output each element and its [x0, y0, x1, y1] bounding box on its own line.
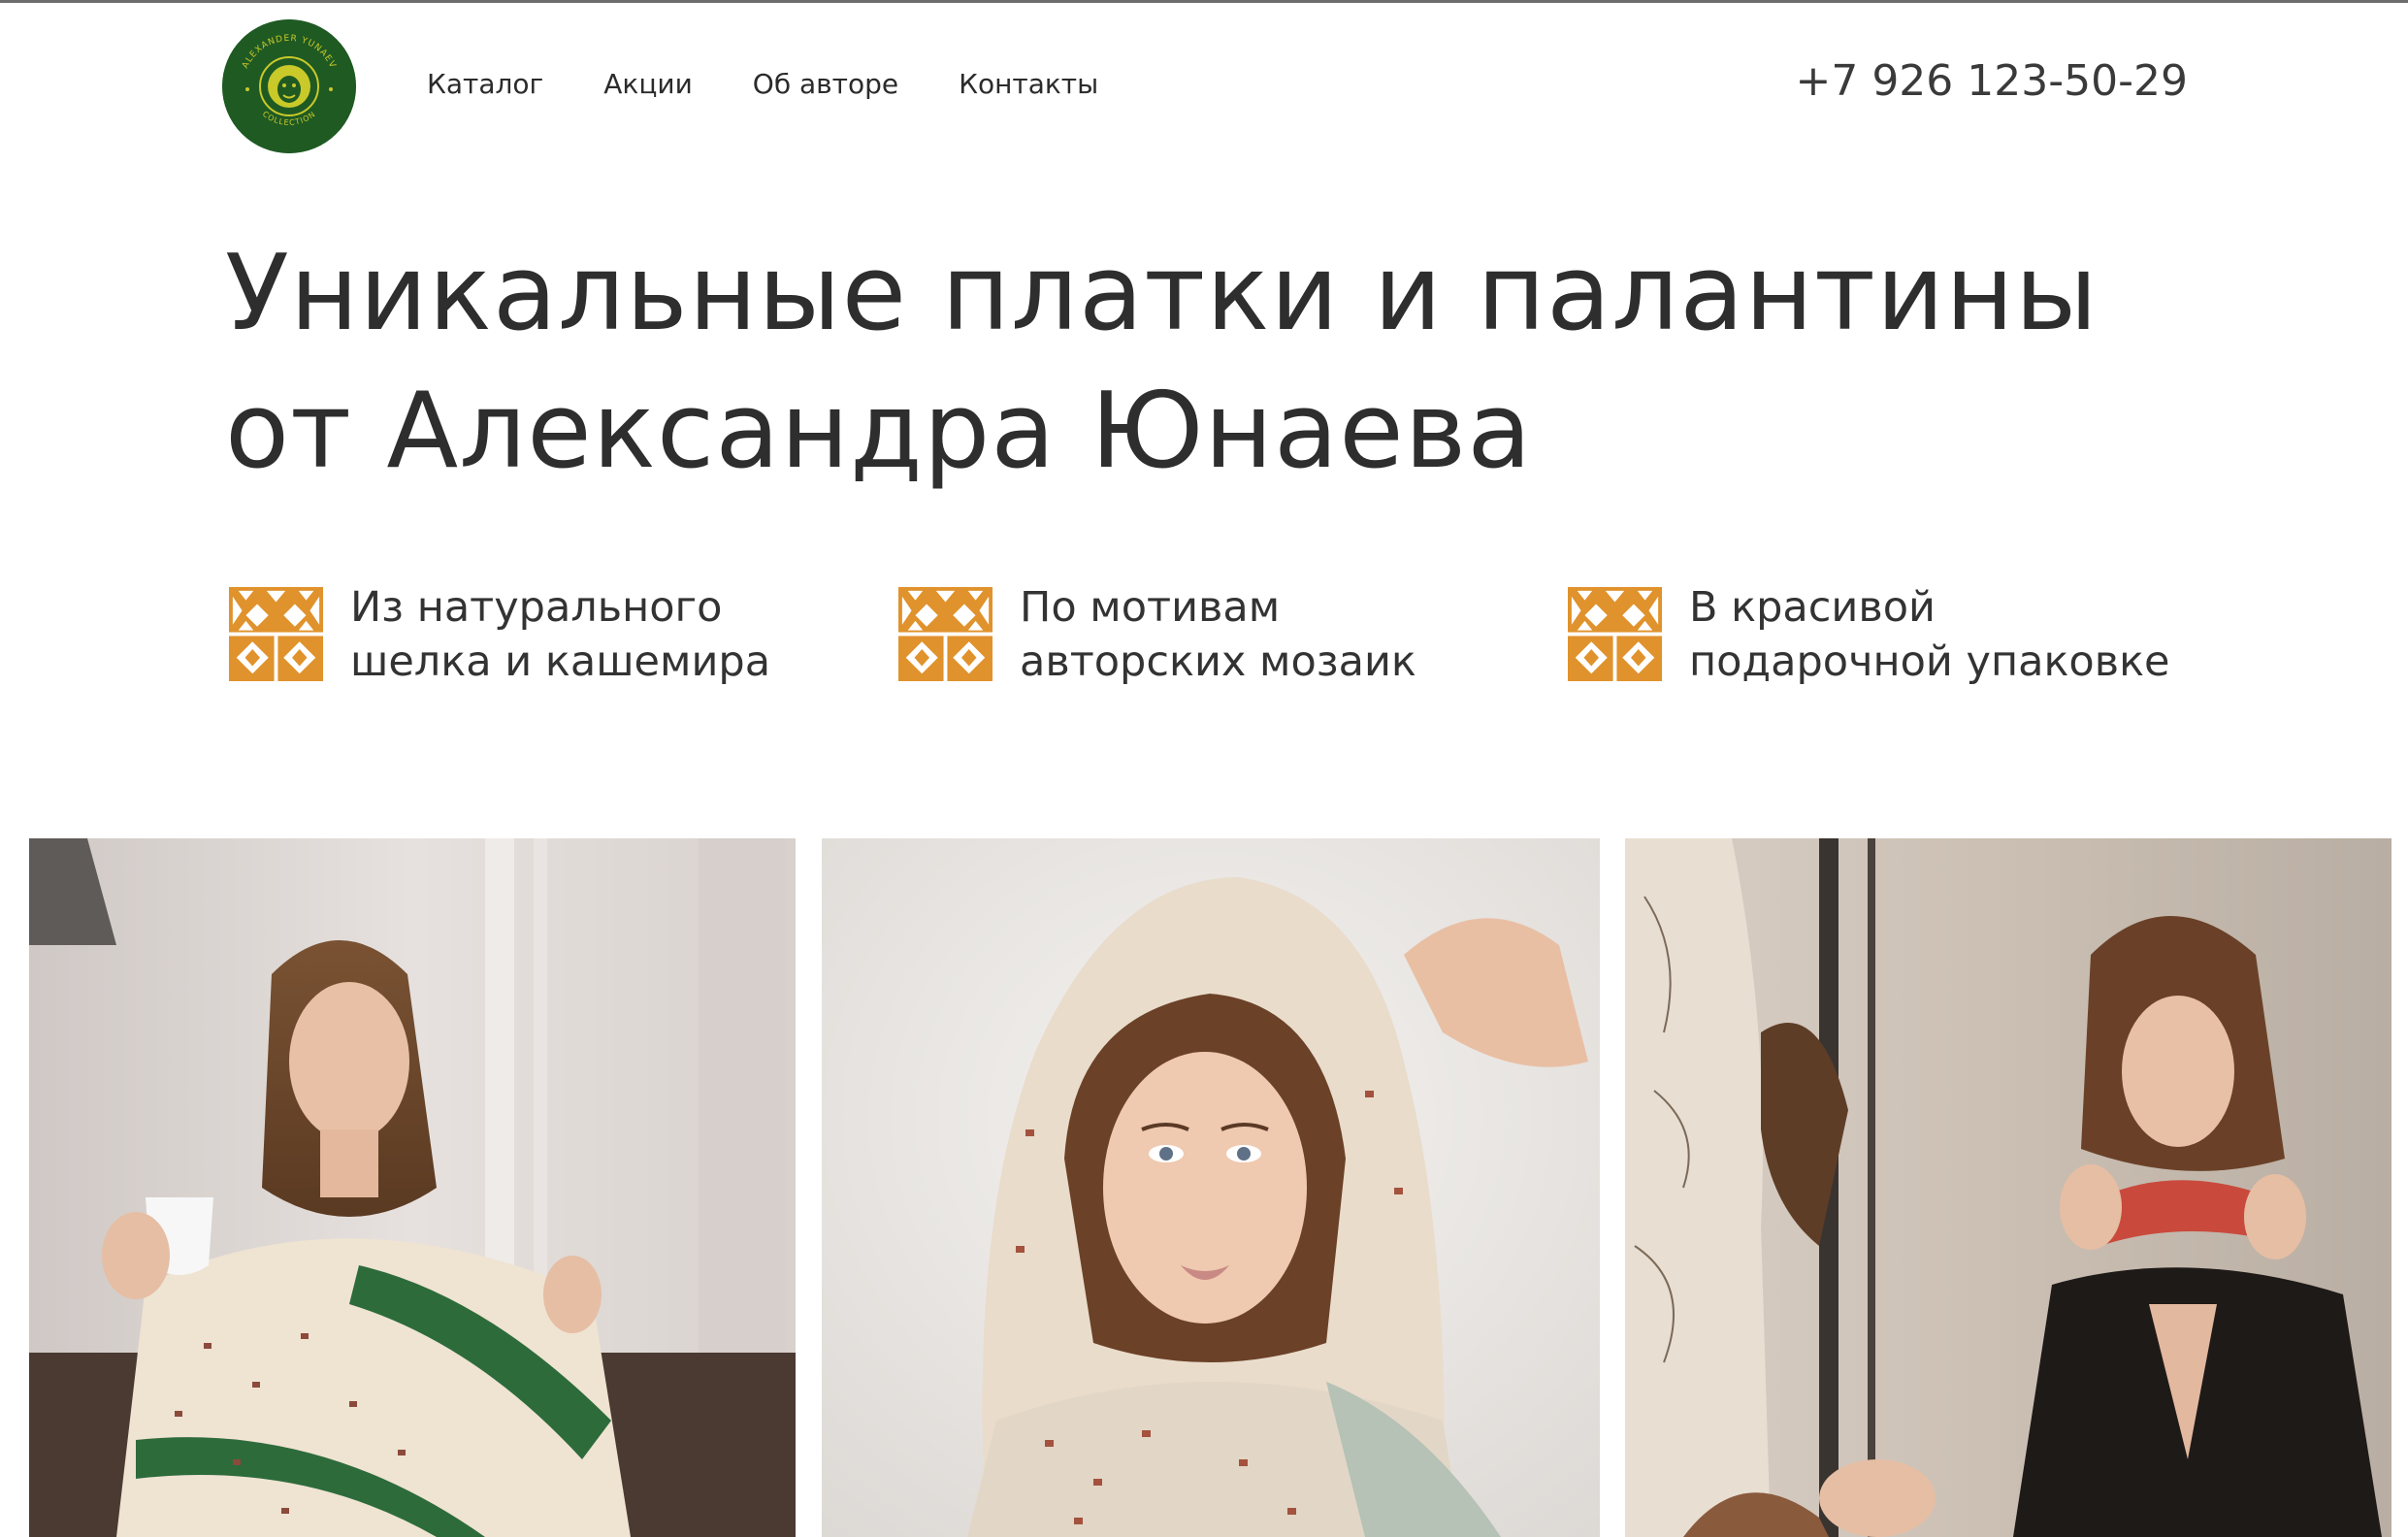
mosaic-icon: [1568, 587, 1662, 681]
gallery-photo-2[interactable]: [822, 838, 1600, 1537]
feature-line-2: подарочной упаковке: [1689, 638, 2170, 686]
feature-line-1: В красивой: [1689, 583, 1936, 632]
gallery-photo-3[interactable]: [1625, 838, 2392, 1537]
top-border: [0, 0, 2408, 3]
nav-contacts[interactable]: Контакты: [959, 68, 1098, 100]
nav-promotions[interactable]: Акции: [603, 68, 693, 100]
phone-link[interactable]: +7 926 123-50-29: [1795, 56, 2188, 106]
feature-gift-package: В красивой подарочной упаковке: [1568, 580, 2170, 689]
feature-text: Из натурального шелка и кашемира: [350, 580, 770, 689]
photo-model-mirror: [1625, 838, 2392, 1537]
photo-model-headscarf: [822, 838, 1600, 1537]
feature-line-2: авторских мозаик: [1020, 638, 1416, 686]
brand-logo[interactable]: ALEXANDER YUNAEV COLLECTION: [222, 19, 356, 153]
feature-natural-silk: Из натурального шелка и кашемира: [229, 580, 770, 689]
feature-line-2: шелка и кашемира: [350, 638, 771, 686]
feature-text: В красивой подарочной упаковке: [1689, 580, 2170, 689]
mosaic-icon: [229, 587, 323, 681]
feature-line-1: Из натурального: [350, 583, 723, 632]
feature-line-1: По мотивам: [1020, 583, 1281, 632]
mosaic-icon: [898, 587, 992, 681]
gallery-photo-1[interactable]: [29, 838, 796, 1537]
nav-about-author[interactable]: Об авторе: [753, 68, 898, 100]
feature-author-mosaics: По мотивам авторских мозаик: [898, 580, 1416, 689]
features-list: Из натурального шелка и кашемира По моти…: [229, 580, 2408, 687]
hero-title: Уникальные платки и палантины от Алексан…: [225, 225, 2099, 501]
photo-model-with-cup: [29, 838, 796, 1537]
hero-title-line-2: от Александра Юнаева: [225, 371, 1533, 492]
hero-title-line-1: Уникальные платки и палантины: [225, 233, 2099, 354]
main-nav: Каталог Акции Об авторе Контакты: [427, 68, 1098, 100]
feature-text: По мотивам авторских мозаик: [1020, 580, 1416, 689]
lion-emblem-icon: ALEXANDER YUNAEV COLLECTION: [222, 19, 356, 153]
nav-catalog[interactable]: Каталог: [427, 68, 543, 100]
